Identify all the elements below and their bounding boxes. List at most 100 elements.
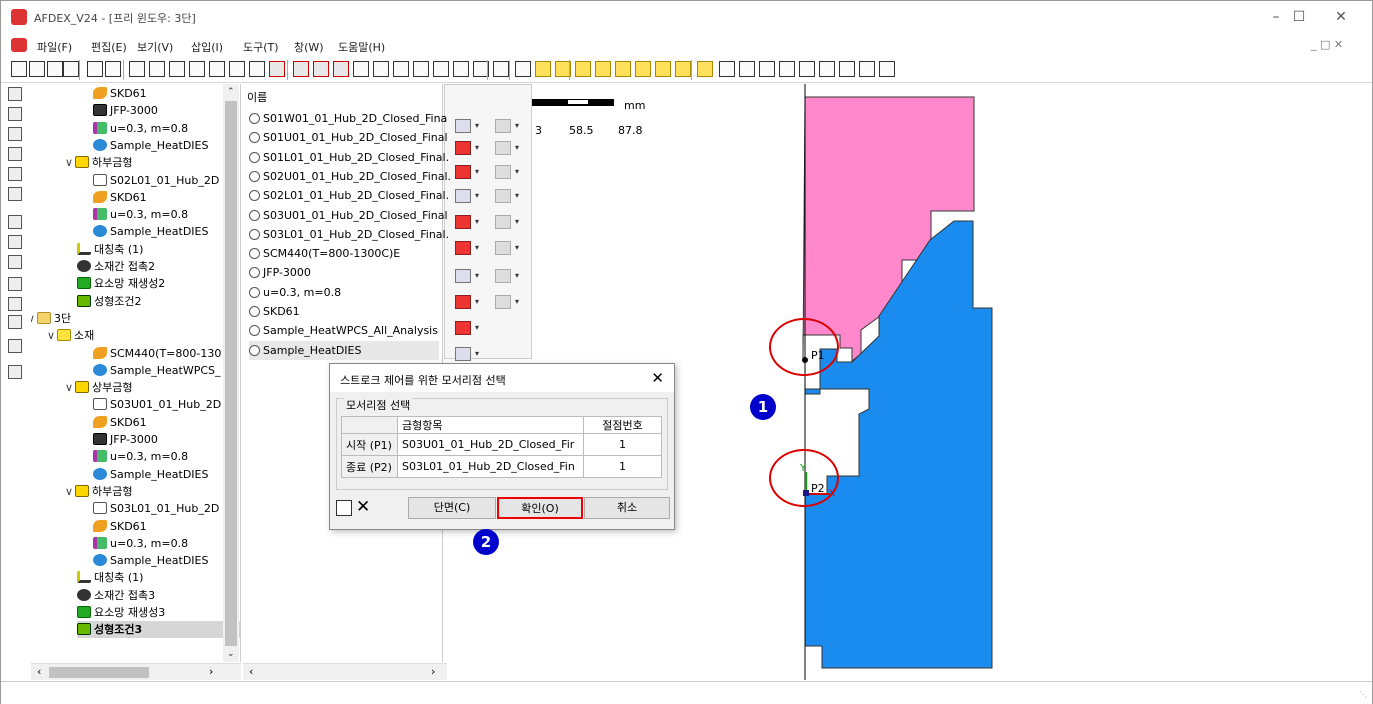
menu-tools[interactable]: 도구(T)	[243, 39, 279, 55]
toolbar-tool-29-icon[interactable]	[575, 61, 591, 77]
list-item[interactable]: S01L01_01_Hub_2D_Closed_Final.	[249, 148, 449, 167]
palette-dropdown-icon[interactable]: ▾	[515, 243, 519, 252]
tree-item[interactable]: ∨ 하부금형	[65, 154, 132, 171]
palette-tool-9-1-icon[interactable]	[455, 321, 471, 335]
palette-dropdown-icon[interactable]: ▾	[475, 297, 479, 306]
list-item[interactable]: S02U01_01_Hub_2D_Closed_Final.	[249, 167, 451, 186]
tree-item[interactable]: Sample_HeatDIES	[93, 552, 208, 569]
toolbar-tool-7-icon[interactable]	[129, 61, 145, 77]
palette-dropdown-icon[interactable]: ▾	[475, 271, 479, 280]
start-die-cell[interactable]: S03U01_01_Hub_2D_Closed_Fir	[397, 433, 584, 456]
side-tool-12-icon[interactable]	[8, 315, 22, 329]
expand-chevron-icon[interactable]: ∨	[65, 154, 75, 171]
palette-tool-2-2-icon[interactable]	[495, 141, 511, 155]
toolbar-tool-32-icon[interactable]	[635, 61, 651, 77]
toolbar-tool-19-icon[interactable]	[373, 61, 389, 77]
tree-hscroll-thumb[interactable]	[49, 667, 149, 678]
palette-tool-1-2-icon[interactable]	[495, 119, 511, 133]
tree-item[interactable]: JFP-3000	[93, 431, 158, 448]
tree-item[interactable]: u=0.3, m=0.8	[93, 120, 188, 137]
cancel-button[interactable]: 취소	[584, 497, 670, 519]
toolbar-tool-4-icon[interactable]	[63, 61, 79, 77]
side-tool-5-icon[interactable]	[8, 167, 22, 181]
table-row-start[interactable]: 시작 (P1) S03U01_01_Hub_2D_Closed_Fir 1	[341, 433, 662, 456]
palette-dropdown-icon[interactable]: ▾	[515, 121, 519, 130]
list-item[interactable]: u=0.3, m=0.8	[249, 283, 341, 302]
list-item[interactable]: S01W01_01_Hub_2D_Closed_Fina	[249, 109, 447, 128]
side-tool-10-icon[interactable]	[8, 277, 22, 291]
toolbar-tool-25-icon[interactable]	[493, 61, 509, 77]
start-node-cell[interactable]: 1	[583, 433, 662, 456]
list-item[interactable]: Sample_HeatDIES	[249, 340, 439, 360]
end-die-cell[interactable]: S03L01_01_Hub_2D_Closed_Fin	[397, 455, 584, 478]
toolbar-tool-23-icon[interactable]	[453, 61, 469, 77]
list-header[interactable]: 이름	[247, 89, 267, 105]
toolbar-tool-18-icon[interactable]	[353, 61, 369, 77]
palette-tool-2-1-icon[interactable]	[455, 141, 471, 155]
list-hscroll[interactable]: ‹ ›	[243, 663, 447, 680]
list-item[interactable]: JFP-3000	[249, 263, 311, 282]
menu-edit[interactable]: 편집(E)	[91, 39, 127, 55]
palette-tool-5-1-icon[interactable]	[455, 215, 471, 229]
tree-item[interactable]: S02L01_01_Hub_2D	[93, 172, 219, 189]
toolbar-tool-9-icon[interactable]	[169, 61, 185, 77]
list-item[interactable]: S03U01_01_Hub_2D_Closed_Final	[249, 206, 448, 225]
palette-dropdown-icon[interactable]: ▾	[475, 143, 479, 152]
palette-dropdown-icon[interactable]: ▾	[515, 297, 519, 306]
palette-dropdown-icon[interactable]: ▾	[515, 217, 519, 226]
toolbar-tool-38-icon[interactable]	[759, 61, 775, 77]
tree-item[interactable]: u=0.3, m=0.8	[93, 448, 188, 465]
expand-chevron-icon[interactable]: ∨	[65, 483, 75, 500]
toolbar-tool-5-icon[interactable]	[87, 61, 103, 77]
menu-file[interactable]: 파일(F)	[37, 39, 72, 55]
list-item[interactable]: Sample_HeatWPCS_All_Analysis	[249, 321, 438, 340]
toolbar-tool-2-icon[interactable]	[29, 61, 45, 77]
tree-item[interactable]: Sample_HeatDIES	[93, 137, 208, 154]
scroll-left-icon[interactable]: ‹	[37, 665, 41, 678]
side-tool-7-icon[interactable]	[8, 215, 22, 229]
toolbar-tool-17-icon[interactable]	[333, 61, 349, 77]
tree-item[interactable]: ∨ 소재	[47, 327, 94, 344]
palette-tool-4-2-icon[interactable]	[495, 189, 511, 203]
menu-window[interactable]: 창(W)	[294, 39, 324, 55]
palette-tool-7-1-icon[interactable]	[455, 269, 471, 283]
tree-item[interactable]: S03L01_01_Hub_2D	[93, 500, 219, 517]
toolbar-tool-36-icon[interactable]	[719, 61, 735, 77]
tree-item[interactable]: S03U01_01_Hub_2D	[93, 396, 221, 413]
toolbar-tool-10-icon[interactable]	[189, 61, 205, 77]
menu-view[interactable]: 보기(V)	[137, 39, 173, 55]
toolbar-tool-3-icon[interactable]	[47, 61, 63, 77]
palette-tool-7-2-icon[interactable]	[495, 269, 511, 283]
expand-chevron-icon[interactable]: ∨	[47, 327, 57, 344]
list-item[interactable]: S02L01_01_Hub_2D_Closed_Final.	[249, 186, 449, 205]
toolbar-tool-22-icon[interactable]	[433, 61, 449, 77]
tree-item[interactable]: 요소망 재생성2	[77, 275, 165, 292]
palette-tool-6-1-icon[interactable]	[455, 241, 471, 255]
tree-item[interactable]: u=0.3, m=0.8	[93, 206, 188, 223]
toolbar-tool-33-icon[interactable]	[655, 61, 671, 77]
side-tool-6-icon[interactable]	[8, 187, 22, 201]
palette-dropdown-icon[interactable]: ▾	[475, 121, 479, 130]
toolbar-tool-37-icon[interactable]	[739, 61, 755, 77]
toolbar-tool-40-icon[interactable]	[799, 61, 815, 77]
palette-tool-10-1-icon[interactable]	[455, 347, 471, 361]
toolbar-tool-35-icon[interactable]	[697, 61, 713, 77]
scroll-up-icon[interactable]: ⌃	[227, 87, 235, 97]
toolbar-tool-6-icon[interactable]	[105, 61, 121, 77]
tree-item[interactable]: SCM440(T=800-130	[93, 345, 221, 362]
toolbar-tool-44-icon[interactable]	[879, 61, 895, 77]
list-scroll-right-icon[interactable]: ›	[431, 665, 435, 678]
list-item[interactable]: SCM440(T=800-1300C)E	[249, 244, 400, 263]
side-tool-4-icon[interactable]	[8, 147, 22, 161]
side-tool-9-icon[interactable]	[8, 255, 22, 269]
toolbar-tool-14-icon[interactable]	[269, 61, 285, 77]
section-button[interactable]: 단면(C)	[408, 497, 496, 519]
toolbar-tool-20-icon[interactable]	[393, 61, 409, 77]
table-row-end[interactable]: 종료 (P2) S03L01_01_Hub_2D_Closed_Fin 1	[341, 455, 662, 478]
side-tool-14-icon[interactable]	[8, 365, 22, 379]
toolbar-tool-41-icon[interactable]	[819, 61, 835, 77]
side-tool-3-icon[interactable]	[8, 127, 22, 141]
toolbar-tool-42-icon[interactable]	[839, 61, 855, 77]
tree-item[interactable]: 성형조건2	[77, 293, 141, 310]
tree-item[interactable]: JFP-3000	[93, 102, 158, 119]
